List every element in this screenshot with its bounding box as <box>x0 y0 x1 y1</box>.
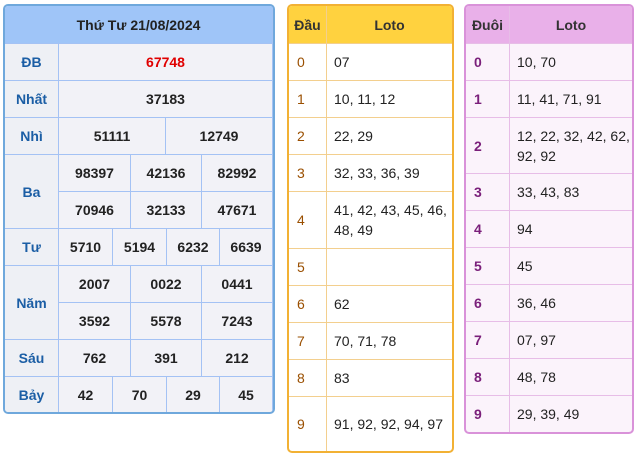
dau-digit: 7 <box>289 323 327 360</box>
prize-number-nam: 0022 <box>131 266 202 303</box>
prize-label-tu: Tư <box>5 229 59 266</box>
dau-loto-values: 10, 11, 12 <box>327 81 452 118</box>
prize-number-ba: 98397 <box>59 155 131 192</box>
duoi-digit: 8 <box>466 359 510 396</box>
dau-loto-column-header: Loto <box>327 6 452 44</box>
prize-number-tu: 6639 <box>220 229 273 266</box>
duoi-loto-values: 10, 70 <box>510 44 632 81</box>
duoi-digit: 4 <box>466 211 510 248</box>
dau-loto-values: 41, 42, 43, 45, 46, 48, 49 <box>327 192 452 249</box>
prize-number-ba: 47671 <box>202 192 273 229</box>
prize-number-sau: 762 <box>59 340 131 377</box>
prize-number-sau: 212 <box>202 340 273 377</box>
prize-number-nam: 0441 <box>202 266 273 303</box>
dau-digit: 6 <box>289 286 327 323</box>
duoi-column-header: Đuôi <box>466 6 510 44</box>
prize-label-nam: Năm <box>5 266 59 340</box>
dau-loto-values: 07 <box>327 44 452 81</box>
duoi-loto-column-header: Loto <box>510 6 632 44</box>
duoi-digit: 2 <box>466 118 510 174</box>
prize-label-sau: Sáu <box>5 340 59 377</box>
prize-number-tu: 6232 <box>167 229 220 266</box>
dau-digit: 4 <box>289 192 327 249</box>
duoi-digit: 7 <box>466 322 510 359</box>
dau-loto-values: 22, 29 <box>327 118 452 155</box>
prize-number-tu: 5194 <box>113 229 167 266</box>
dau-loto-values <box>327 249 452 286</box>
prize-number-ba: 32133 <box>131 192 202 229</box>
prize-number-nhi: 12749 <box>166 118 273 155</box>
duoi-loto-values: 33, 43, 83 <box>510 174 632 211</box>
prize-label-db: ĐB <box>5 44 59 81</box>
duoi-digit: 6 <box>466 285 510 322</box>
results-table: Thứ Tư 21/08/2024 ĐB 67748 Nhất 37183 Nh… <box>3 4 275 414</box>
duoi-digit: 9 <box>466 396 510 432</box>
duoi-digit: 0 <box>466 44 510 81</box>
duoi-digit: 1 <box>466 81 510 118</box>
dau-loto-table: Đầu Loto 0 07 1 10, 11, 12 2 22, 29 3 32… <box>287 4 454 453</box>
prize-number-nhi: 51111 <box>59 118 166 155</box>
dau-loto-values: 91, 92, 92, 94, 97 <box>334 416 443 432</box>
prize-number-bay: 42 <box>59 377 113 412</box>
dau-digit: 8 <box>289 360 327 397</box>
prize-number-nam: 2007 <box>59 266 131 303</box>
prize-number-nam: 3592 <box>59 303 131 340</box>
dau-column-header: Đầu <box>289 6 327 44</box>
duoi-loto-values: 12, 22, 32, 42, 62, 92, 92 <box>510 118 632 174</box>
dau-digit: 1 <box>289 81 327 118</box>
dau-digit: 0 <box>289 44 327 81</box>
dau-loto-values: 83 <box>327 360 452 397</box>
prize-number-bay: 29 <box>167 377 220 412</box>
prize-number-nam: 5578 <box>131 303 202 340</box>
prize-label-bay: Bảy <box>5 377 59 412</box>
prize-number-ba: 82992 <box>202 155 273 192</box>
dau-digit: 3 <box>289 155 327 192</box>
prize-number-ba: 70946 <box>59 192 131 229</box>
duoi-loto-values: 36, 46 <box>510 285 632 322</box>
prize-number-nhat: 37183 <box>59 81 273 118</box>
prize-label-nhi: Nhì <box>5 118 59 155</box>
duoi-digit: 3 <box>466 174 510 211</box>
prize-label-ba: Ba <box>5 155 59 229</box>
prize-number-bay: 70 <box>113 377 167 412</box>
dau-loto-values: 32, 33, 36, 39 <box>327 155 452 192</box>
duoi-loto-values: 07, 97 <box>510 322 632 359</box>
duoi-loto-values: 29, 39, 49 <box>517 406 580 422</box>
prize-number-db: 67748 <box>59 44 273 81</box>
prize-number-ba: 42136 <box>131 155 202 192</box>
prize-label-nhat: Nhất <box>5 81 59 118</box>
duoi-loto-values: 48, 78 <box>510 359 632 396</box>
dau-loto-values: 70, 71, 78 <box>327 323 452 360</box>
dau-digit: 9 <box>289 397 327 451</box>
prize-number-bay: 45 <box>220 377 273 412</box>
duoi-digit: 5 <box>466 248 510 285</box>
duoi-loto-values: 11, 41, 71, 91 <box>510 81 632 118</box>
prize-number-sau: 391 <box>131 340 202 377</box>
duoi-loto-values: 94 <box>510 211 632 248</box>
dau-digit: 5 <box>289 249 327 286</box>
duoi-loto-table: Đuôi Loto 0 10, 70 1 11, 41, 71, 91 2 12… <box>464 4 634 434</box>
results-date-title: Thứ Tư 21/08/2024 <box>5 6 273 44</box>
prize-number-tu: 5710 <box>59 229 113 266</box>
dau-digit: 2 <box>289 118 327 155</box>
duoi-loto-values: 45 <box>510 248 632 285</box>
dau-loto-values: 62 <box>327 286 452 323</box>
prize-number-nam: 7243 <box>202 303 273 340</box>
